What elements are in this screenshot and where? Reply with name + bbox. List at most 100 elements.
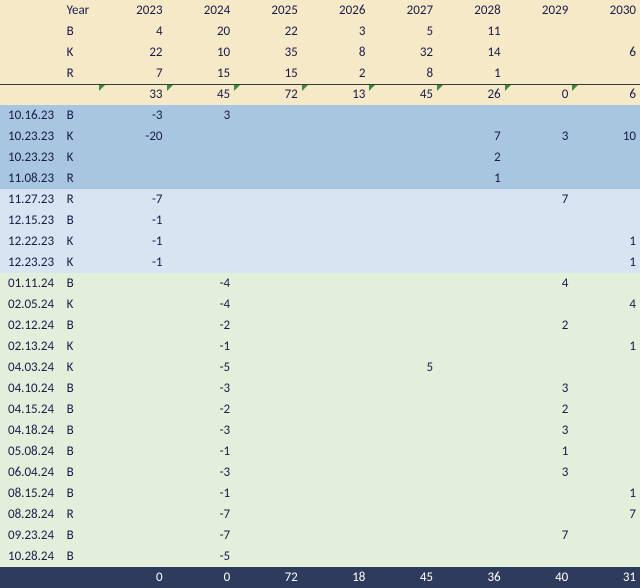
row-value bbox=[369, 168, 437, 189]
row-date: 11.08.23 bbox=[0, 168, 63, 189]
row-value: -4 bbox=[167, 273, 235, 294]
row-value bbox=[302, 462, 370, 483]
series-value: 35 bbox=[234, 42, 302, 63]
row-value bbox=[369, 105, 437, 126]
row-value bbox=[99, 420, 167, 441]
row-value bbox=[234, 231, 302, 252]
row-value bbox=[167, 168, 235, 189]
row-value: 1 bbox=[437, 168, 505, 189]
row-value bbox=[437, 504, 505, 525]
row-value bbox=[302, 294, 370, 315]
row-value bbox=[234, 168, 302, 189]
row-value: 1 bbox=[572, 252, 640, 273]
series-value: 22 bbox=[234, 21, 302, 42]
row-date: 02.05.24 bbox=[0, 294, 63, 315]
row-date: 04.18.24 bbox=[0, 420, 63, 441]
row-value bbox=[437, 294, 505, 315]
row-value: -4 bbox=[167, 294, 235, 315]
blank bbox=[0, 42, 63, 63]
row-value bbox=[437, 399, 505, 420]
row-value bbox=[505, 336, 573, 357]
row-value bbox=[234, 546, 302, 567]
series-value: 1 bbox=[437, 63, 505, 84]
footer-total: 40 bbox=[505, 567, 573, 588]
row-value bbox=[572, 315, 640, 336]
footer-total: 36 bbox=[437, 567, 505, 588]
row-value: -2 bbox=[167, 399, 235, 420]
row-value: -1 bbox=[167, 441, 235, 462]
row-value bbox=[505, 147, 573, 168]
row-date: 12.23.23 bbox=[0, 252, 63, 273]
row-value bbox=[234, 420, 302, 441]
blank bbox=[0, 21, 63, 42]
row-value bbox=[505, 210, 573, 231]
row-value bbox=[572, 420, 640, 441]
spreadsheet-table[interactable]: Year20232024202520262027202820292030B420… bbox=[0, 0, 640, 588]
row-value bbox=[369, 525, 437, 546]
row-value bbox=[234, 399, 302, 420]
row-value: 10 bbox=[572, 126, 640, 147]
row-value bbox=[369, 546, 437, 567]
row-value bbox=[302, 189, 370, 210]
row-value bbox=[505, 483, 573, 504]
row-value: 3 bbox=[167, 105, 235, 126]
row-value: -1 bbox=[99, 210, 167, 231]
row-value: 3 bbox=[505, 420, 573, 441]
row-value bbox=[99, 168, 167, 189]
series-value: 8 bbox=[369, 63, 437, 84]
row-value: 2 bbox=[505, 315, 573, 336]
row-value bbox=[99, 357, 167, 378]
row-key: B bbox=[63, 105, 99, 126]
row-value bbox=[167, 231, 235, 252]
row-value bbox=[369, 210, 437, 231]
row-value: 4 bbox=[572, 294, 640, 315]
row-value bbox=[369, 147, 437, 168]
series-value: 32 bbox=[369, 42, 437, 63]
row-value bbox=[302, 336, 370, 357]
row-value bbox=[302, 231, 370, 252]
row-value bbox=[99, 483, 167, 504]
series-value: 22 bbox=[99, 42, 167, 63]
row-value: 2 bbox=[437, 147, 505, 168]
series-value: 15 bbox=[167, 63, 235, 84]
row-value bbox=[437, 525, 505, 546]
row-key: R bbox=[63, 189, 99, 210]
row-value bbox=[99, 462, 167, 483]
row-date: 01.11.24 bbox=[0, 273, 63, 294]
row-value bbox=[505, 294, 573, 315]
series-value bbox=[505, 63, 573, 84]
blank bbox=[63, 84, 99, 105]
series-value: 5 bbox=[369, 21, 437, 42]
row-value bbox=[505, 252, 573, 273]
footer-total: 72 bbox=[234, 567, 302, 588]
row-value bbox=[302, 168, 370, 189]
series-value: 4 bbox=[99, 21, 167, 42]
row-value bbox=[234, 210, 302, 231]
row-key: K bbox=[63, 252, 99, 273]
series-label: B bbox=[63, 21, 99, 42]
row-key: B bbox=[63, 441, 99, 462]
row-value: -1 bbox=[167, 336, 235, 357]
row-value: 7 bbox=[572, 504, 640, 525]
row-value: -3 bbox=[167, 378, 235, 399]
row-value bbox=[302, 252, 370, 273]
row-value bbox=[572, 210, 640, 231]
row-value bbox=[167, 189, 235, 210]
row-value bbox=[234, 273, 302, 294]
header-total: 6 bbox=[572, 84, 640, 105]
row-date: 12.22.23 bbox=[0, 231, 63, 252]
row-value bbox=[234, 462, 302, 483]
row-value bbox=[167, 126, 235, 147]
blank bbox=[0, 567, 63, 588]
col-year: 2025 bbox=[234, 0, 302, 21]
row-value bbox=[302, 420, 370, 441]
row-value bbox=[302, 105, 370, 126]
row-value bbox=[99, 147, 167, 168]
row-value bbox=[369, 483, 437, 504]
row-value bbox=[234, 105, 302, 126]
row-value: -3 bbox=[167, 420, 235, 441]
row-key: B bbox=[63, 399, 99, 420]
row-value bbox=[572, 168, 640, 189]
footer-total: 0 bbox=[167, 567, 235, 588]
row-value: -7 bbox=[167, 504, 235, 525]
